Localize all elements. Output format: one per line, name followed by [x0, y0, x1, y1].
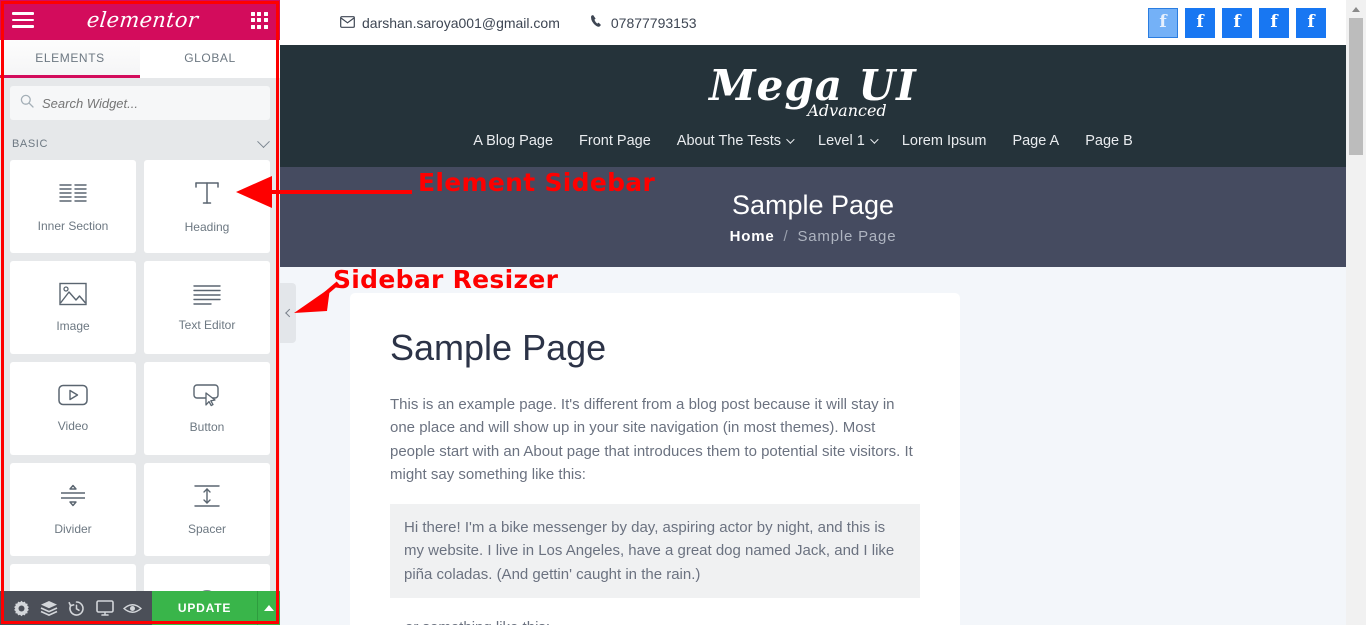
button-cursor-icon — [192, 383, 222, 407]
nav-item-level-1[interactable]: Level 1 — [818, 133, 879, 149]
content-title: Sample Page — [390, 327, 607, 368]
widget-icon[interactable] — [144, 564, 270, 591]
elementor-logo: elementor — [85, 8, 200, 32]
widget-label: Inner Section — [37, 219, 109, 233]
facebook-icon[interactable]: f — [1296, 7, 1326, 38]
email-item[interactable]: darshan.saroya001@gmail.com — [340, 15, 560, 31]
search-widget-box[interactable] — [10, 86, 270, 120]
content-paragraph-1: This is an example page. It's different … — [390, 396, 913, 483]
section-basic-header[interactable]: BASIC — [0, 128, 280, 160]
email-text: darshan.saroya001@gmail.com — [362, 14, 560, 31]
grid-apps-icon[interactable] — [250, 11, 268, 29]
chevron-down-icon — [257, 134, 270, 148]
section-basic-label: BASIC — [12, 138, 49, 150]
chevron-left-icon — [285, 308, 294, 318]
search-icon — [20, 94, 34, 113]
widget-label: Spacer — [187, 522, 227, 536]
facebook-icon[interactable]: f — [1185, 7, 1215, 38]
facebook-icon[interactable]: f — [1259, 7, 1289, 38]
content-card: Sample Page This is an example page. It'… — [350, 293, 960, 625]
facebook-icon[interactable]: f — [1222, 7, 1252, 38]
history-icon[interactable] — [63, 591, 91, 625]
facebook-icon[interactable]: f — [1148, 7, 1178, 38]
envelope-icon — [340, 15, 355, 31]
layers-icon[interactable] — [36, 591, 64, 625]
preview-eye-icon[interactable] — [118, 591, 146, 625]
widget-label: Image — [56, 319, 90, 333]
search-input[interactable] — [42, 95, 260, 111]
page-scrollbar[interactable] — [1346, 0, 1366, 625]
nav-item-about-the-tests[interactable]: About The Tests — [677, 133, 795, 149]
widget-label: Heading — [184, 220, 230, 234]
spacer-arrows-icon — [193, 483, 221, 509]
nav-item-front-page[interactable]: Front Page — [579, 133, 651, 149]
scroll-up-arrow[interactable] — [1346, 0, 1366, 18]
columns-icon — [58, 180, 88, 206]
caret-up-icon — [264, 605, 275, 611]
widget-text-editor[interactable]: Text Editor — [144, 261, 270, 354]
breadcrumb: Home / Sample Page — [730, 228, 897, 245]
heading-t-icon — [193, 179, 221, 207]
widget-image[interactable]: Image — [10, 261, 136, 354]
widget-google-maps[interactable] — [10, 564, 136, 591]
widget-label: Text Editor — [178, 318, 236, 332]
nav-item-page-a[interactable]: Page A — [1012, 133, 1059, 149]
breadcrumb-home[interactable]: Home — [730, 228, 775, 245]
nav-item-lorem-ipsum[interactable]: Lorem Ipsum — [902, 133, 987, 149]
search-widget-area — [0, 78, 280, 128]
elementor-header: elementor — [0, 0, 280, 40]
image-icon — [59, 282, 87, 306]
elementor-tabs: ELEMENTS GLOBAL — [0, 40, 280, 78]
annotation-sidebar-resizer: Sidebar Resizer — [333, 265, 559, 294]
elementor-panel: elementor ELEMENTS GLOBAL BASIC — [0, 0, 281, 625]
widget-spacer[interactable]: Spacer — [144, 463, 270, 556]
breadcrumb-current: Sample Page — [797, 227, 897, 245]
update-options-button[interactable] — [257, 591, 281, 625]
sidebar-resizer[interactable] — [280, 283, 296, 343]
tab-elements[interactable]: ELEMENTS — [0, 40, 140, 78]
site-preview: darshan.saroya001@gmail.com 07877793153 … — [280, 0, 1366, 625]
widget-label: Video — [57, 419, 89, 433]
site-logo[interactable]: Mega UI Advanced — [280, 45, 1346, 119]
blockquote-text: Hi there! I'm a bike messenger by day, a… — [404, 519, 895, 583]
widget-label: Divider — [54, 522, 92, 536]
gear-icon[interactable] — [8, 591, 36, 625]
chevron-down-icon — [869, 135, 879, 144]
breadcrumb-separator: / — [783, 227, 789, 245]
phone-text: 07877793153 — [610, 14, 697, 31]
phone-icon — [590, 14, 604, 31]
tab-global[interactable]: GLOBAL — [140, 40, 280, 78]
nav-item-a-blog-page[interactable]: A Blog Page — [473, 133, 553, 149]
site-topbar: darshan.saroya001@gmail.com 07877793153 … — [280, 0, 1366, 45]
content-blockquote: Hi there! I'm a bike messenger by day, a… — [390, 504, 920, 598]
site-masthead: Mega UI Advanced A Blog Page Front Page … — [280, 45, 1366, 167]
content-paragraph-2: …or something like this: — [390, 616, 920, 625]
nav-item-page-b[interactable]: Page B — [1085, 133, 1133, 149]
widget-heading[interactable]: Heading — [144, 160, 270, 253]
update-button[interactable]: UPDATE — [151, 591, 258, 625]
screen-root: darshan.saroya001@gmail.com 07877793153 … — [0, 0, 1366, 625]
scrollbar-thumb[interactable] — [1349, 18, 1363, 155]
phone-item[interactable]: 07877793153 — [590, 14, 697, 31]
widget-video[interactable]: Video — [10, 362, 136, 455]
social-links: f f f f f — [1148, 7, 1352, 38]
divider-icon — [59, 483, 87, 509]
video-play-icon — [58, 384, 88, 406]
widget-grid: Inner Section Heading Image Text Editor … — [0, 160, 280, 591]
elementor-footer: UPDATE — [0, 591, 281, 625]
page-body: Sample Page This is an example page. It'… — [280, 267, 1366, 625]
contact-info: darshan.saroya001@gmail.com 07877793153 — [340, 14, 697, 31]
widget-divider[interactable]: Divider — [10, 463, 136, 556]
brand-tagline: Advanced — [807, 101, 887, 120]
annotation-element-sidebar: Element Sidebar — [418, 168, 656, 197]
hamburger-icon[interactable] — [12, 12, 34, 28]
responsive-monitor-icon[interactable] — [91, 591, 119, 625]
page-title: Sample Page — [731, 189, 895, 220]
widget-inner-section[interactable]: Inner Section — [10, 160, 136, 253]
text-lines-icon — [192, 283, 222, 305]
main-nav: A Blog Page Front Page About The Tests L… — [280, 119, 1346, 149]
widget-button[interactable]: Button — [144, 362, 270, 455]
widget-label: Button — [189, 420, 225, 434]
chevron-down-icon — [786, 135, 795, 144]
